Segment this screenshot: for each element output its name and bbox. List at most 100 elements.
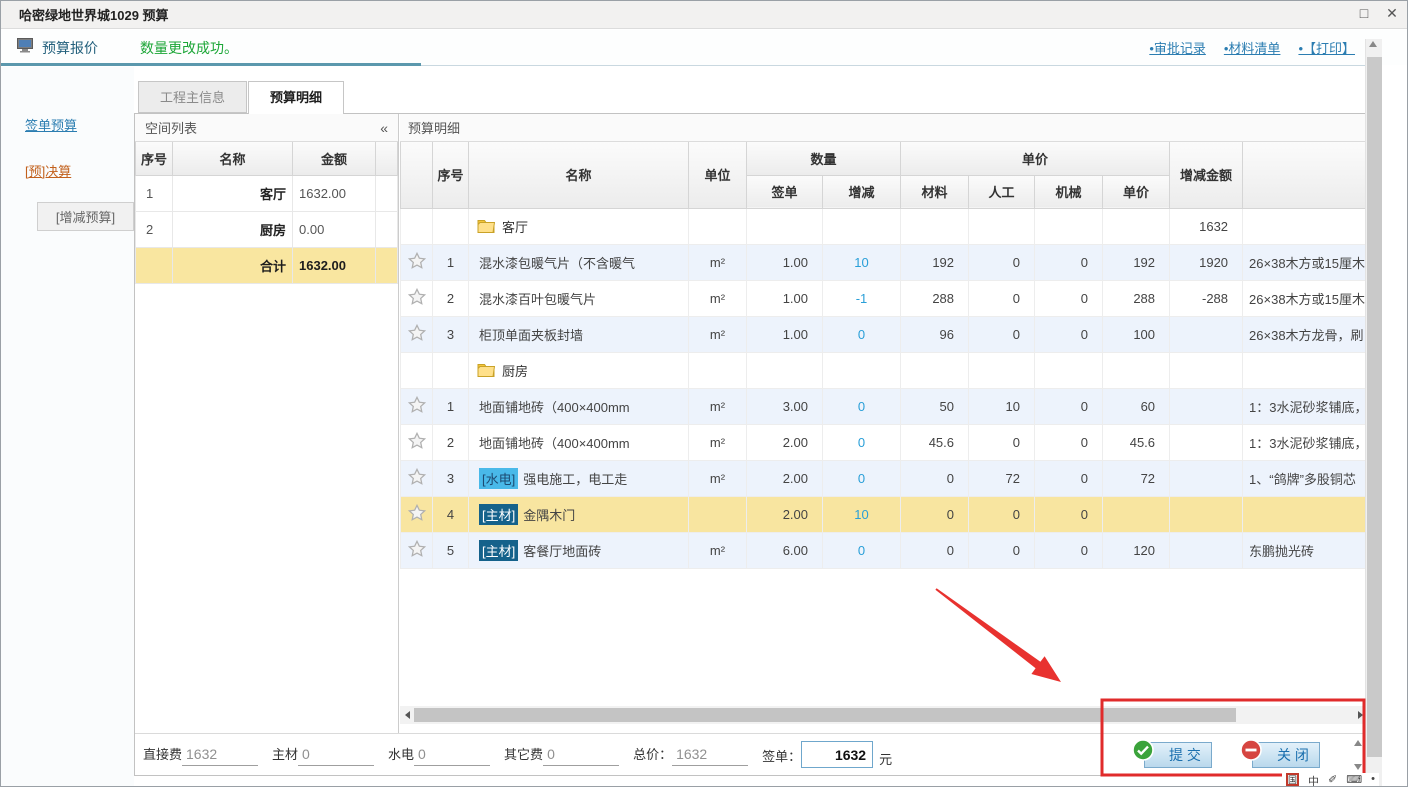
sidebar-item-change-budget[interactable]: [增减预算] xyxy=(37,202,134,231)
ime-lang-indicator[interactable]: 中 xyxy=(1308,773,1319,786)
sidebar-item-sign-budget[interactable]: 签单预算 xyxy=(25,115,134,134)
app-label: 预算报价 xyxy=(42,38,98,58)
group-row[interactable]: 客厅1632 xyxy=(401,208,1368,244)
detail-colgroup-price: 单价 xyxy=(901,142,1170,175)
toolbar-underline xyxy=(1,63,421,66)
folder-icon xyxy=(477,363,495,377)
maximize-button[interactable]: □ xyxy=(1355,4,1373,22)
window-title: 哈密绿地世界城1029 预算 xyxy=(19,5,169,24)
budget-item-row[interactable]: 3[水电]强电施工，电工走m²2.0000720721、“鸽牌”多股铜芯 xyxy=(401,460,1368,496)
footer-field: 其它费0 xyxy=(504,744,619,766)
detail-col-material[interactable]: 材料 xyxy=(901,175,969,208)
vertical-scrollbar-thumb[interactable] xyxy=(1367,57,1382,757)
scroll-up-arrow-icon[interactable] xyxy=(1354,740,1362,746)
footer-field: 直接费1632 xyxy=(143,744,258,766)
space-panel-header: 空间列表 « xyxy=(135,114,398,142)
space-col-name[interactable]: 名称 xyxy=(173,142,293,175)
detail-col-no[interactable]: 序号 xyxy=(433,142,469,208)
group-row[interactable]: 厨房 xyxy=(401,352,1368,388)
sidebar-item-pre-settlement[interactable]: [预]决算 xyxy=(25,161,134,180)
check-circle-icon xyxy=(1131,738,1155,767)
detail-col-unit-price[interactable]: 单价 xyxy=(1103,175,1170,208)
budget-item-row[interactable]: 1地面铺地砖（400×400mmm²3.00050100601：3水泥砂浆铺底， xyxy=(401,388,1368,424)
detail-panel-title: 预算明细 xyxy=(408,118,460,137)
detail-col-machine[interactable]: 机械 xyxy=(1035,175,1103,208)
close-window-button[interactable]: ✕ xyxy=(1383,4,1401,22)
toolbar: 预算报价 数量更改成功。 •审批记录 •材料清单 •【打印】 xyxy=(1,30,1407,65)
detail-col-change-amount[interactable]: 增减金额 xyxy=(1170,142,1243,208)
budget-detail-panel: 预算明细 序号 名称 单位 数量 单价 增减金额 xyxy=(400,114,1366,734)
footer-field-value[interactable]: 0 xyxy=(543,746,619,766)
star-icon[interactable] xyxy=(408,396,426,414)
material-list-link[interactable]: •材料清单 xyxy=(1224,38,1281,57)
detail-col-sign-qty[interactable]: 签单 xyxy=(747,175,823,208)
footer-field-value[interactable]: 1632 xyxy=(182,746,258,766)
footer-field: 总价：1632 xyxy=(633,744,748,766)
detail-col-star xyxy=(401,142,433,208)
star-icon[interactable] xyxy=(408,252,426,270)
toolbar-underline-light xyxy=(421,65,1366,66)
window-vertical-scrollbar[interactable] xyxy=(1365,39,1382,786)
monitor-icon xyxy=(17,38,34,58)
vscroll-up-arrow-icon[interactable] xyxy=(1369,41,1377,47)
star-icon[interactable] xyxy=(408,432,426,450)
budget-item-row[interactable]: 2混水漆百叶包暖气片m²1.00-128800288-28826×38木方或15… xyxy=(401,280,1368,316)
footer-mini-scrollbar[interactable] xyxy=(1351,740,1364,770)
star-icon[interactable] xyxy=(408,288,426,306)
footer-fields: 直接费1632 主材0 水电0 其它费0 总价：1632 xyxy=(143,744,762,766)
status-message: 数量更改成功。 xyxy=(140,38,238,58)
star-icon[interactable] xyxy=(408,468,426,486)
sign-total-input[interactable] xyxy=(801,741,873,768)
footer-bar: 直接费1632主材0水电0其它费0总价：1632 签单： 元 提 交 关 闭 xyxy=(135,733,1366,775)
tab-project-info[interactable]: 工程主信息 xyxy=(138,81,247,113)
budget-item-row[interactable]: 5[主材]客餐厅地面砖m²6.000000120东鹏抛光砖 xyxy=(401,532,1368,568)
budget-item-row[interactable]: 2地面铺地砖（400×400mmm²2.00045.60045.61：3水泥砂浆… xyxy=(401,424,1368,460)
star-icon[interactable] xyxy=(408,324,426,342)
budget-item-row[interactable]: 4[主材]金隅木门2.0010000 xyxy=(401,496,1368,532)
scroll-left-arrow-icon[interactable] xyxy=(400,706,414,724)
window-titlebar: 哈密绿地世界城1029 预算 xyxy=(1,1,1407,29)
budget-item-row[interactable]: 1混水漆包暖气片（不含暖气m²1.001019200192192026×38木方… xyxy=(401,244,1368,280)
currency-unit-label: 元 xyxy=(879,749,892,768)
horizontal-scrollbar-thumb[interactable] xyxy=(414,708,1236,722)
category-badge: [水电] xyxy=(479,468,518,489)
space-panel-title: 空间列表 xyxy=(145,118,197,137)
ime-mode-icon[interactable]: 国 xyxy=(1286,773,1299,786)
footer-field-value[interactable]: 0 xyxy=(298,746,374,766)
space-col-amount[interactable]: 金额 xyxy=(293,142,376,175)
ime-keyboard-icon[interactable]: ⌨ xyxy=(1346,773,1362,786)
detail-table-body: 客厅16321混水漆包暖气片（不含暖气m²1.00101920019219202… xyxy=(401,208,1368,568)
folder-icon xyxy=(477,219,495,233)
approval-record-link[interactable]: •审批记录 xyxy=(1149,38,1206,57)
space-row[interactable]: 2厨房0.00 xyxy=(136,211,398,247)
space-table: 序号 名称 金额 1客厅1632.002厨房0.00合计1632.00 xyxy=(135,142,398,284)
budget-item-row[interactable]: 3柜顶单面夹板封墙m²1.000960010026×38木方龙骨，刷 xyxy=(401,316,1368,352)
detail-col-name[interactable]: 名称 xyxy=(469,142,689,208)
footer-field: 主材0 xyxy=(272,744,374,766)
space-col-no[interactable]: 序号 xyxy=(136,142,173,175)
ime-pen-icon[interactable]: ✐ xyxy=(1328,773,1337,786)
print-link[interactable]: •【打印】 xyxy=(1298,38,1355,57)
horizontal-scrollbar[interactable] xyxy=(400,706,1367,724)
scroll-down-arrow-icon[interactable] xyxy=(1354,764,1362,770)
space-row[interactable]: 1客厅1632.00 xyxy=(136,175,398,211)
minus-circle-icon xyxy=(1239,738,1263,767)
space-list-panel: 空间列表 « 序号 名称 金额 1客厅1632.002厨房0.00合计1632.… xyxy=(135,114,399,734)
space-total-row[interactable]: 合计1632.00 xyxy=(136,247,398,283)
star-icon[interactable] xyxy=(408,540,426,558)
collapse-panel-button[interactable]: « xyxy=(380,120,388,136)
category-badge: [主材] xyxy=(479,540,518,561)
footer-field-value[interactable]: 1632 xyxy=(672,746,748,766)
space-table-body: 1客厅1632.002厨房0.00合计1632.00 xyxy=(136,175,398,283)
detail-col-labor[interactable]: 人工 xyxy=(969,175,1035,208)
ime-mic-icon[interactable]: • xyxy=(1371,773,1375,785)
tab-bar: 工程主信息 预算明细 xyxy=(138,81,345,114)
detail-col-unit[interactable]: 单位 xyxy=(689,142,747,208)
footer-field: 水电0 xyxy=(388,744,490,766)
footer-field-value[interactable]: 0 xyxy=(414,746,490,766)
star-icon[interactable] xyxy=(408,504,426,522)
ime-toolbar[interactable]: 国 中 ✐ ⌨ • xyxy=(1282,773,1379,786)
main-container: 空间列表 « 序号 名称 金额 1客厅1632.002厨房0.00合计1632.… xyxy=(134,113,1367,776)
tab-budget-detail[interactable]: 预算明细 xyxy=(248,81,344,114)
detail-col-change-qty[interactable]: 增减 xyxy=(823,175,901,208)
